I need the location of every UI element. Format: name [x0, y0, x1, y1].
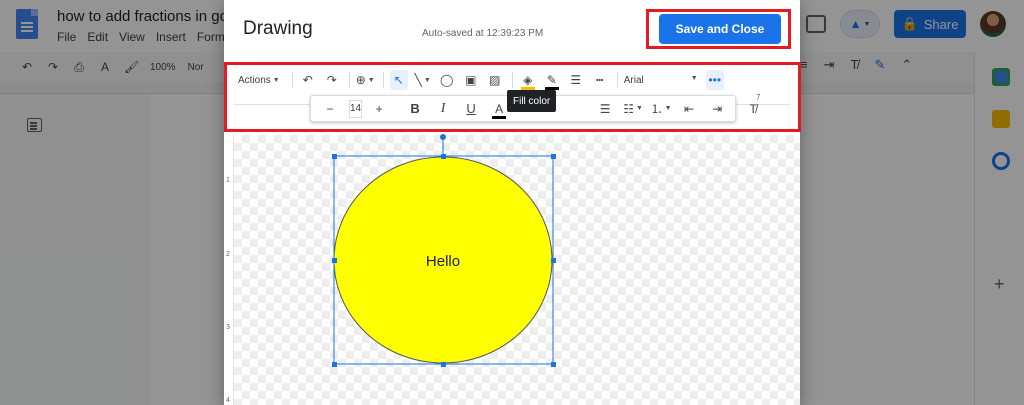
resize-handle-nw[interactable]: [332, 154, 337, 159]
rotate-handle[interactable]: [440, 134, 446, 140]
drawing-dialog: Drawing Auto-saved at 12:39:23 PM Save a…: [224, 0, 801, 405]
resize-handle-e[interactable]: [551, 258, 556, 263]
resize-handle-s[interactable]: [441, 362, 446, 367]
underline-icon[interactable]: U: [462, 99, 480, 119]
resize-handle-n[interactable]: [441, 154, 446, 159]
shape-layer: Hello: [332, 134, 556, 367]
decrease-font-size-button[interactable]: −: [321, 99, 339, 119]
text-color-icon[interactable]: A: [490, 99, 508, 119]
resize-handle-sw[interactable]: [332, 362, 337, 367]
bold-icon[interactable]: B: [406, 99, 424, 119]
resize-handle-se[interactable]: [551, 362, 556, 367]
increase-indent-icon[interactable]: ⇥: [708, 99, 726, 119]
increase-font-size-button[interactable]: +: [370, 99, 388, 119]
resize-handle-ne[interactable]: [551, 154, 556, 159]
line-spacing-icon[interactable]: ☰: [596, 99, 614, 119]
numbered-list-icon[interactable]: ⒈ ▼: [651, 99, 672, 119]
bulleted-list-icon[interactable]: ☷ ▼: [623, 99, 643, 119]
shape-text[interactable]: Hello: [426, 253, 460, 270]
fill-color-tooltip: Fill color: [507, 90, 557, 112]
italic-icon[interactable]: I: [434, 99, 452, 119]
font-size-input[interactable]: 14: [349, 99, 363, 118]
resize-handle-w[interactable]: [332, 258, 337, 263]
clear-formatting-icon[interactable]: T̸: [744, 99, 762, 119]
decrease-indent-icon[interactable]: ⇤: [680, 99, 698, 119]
